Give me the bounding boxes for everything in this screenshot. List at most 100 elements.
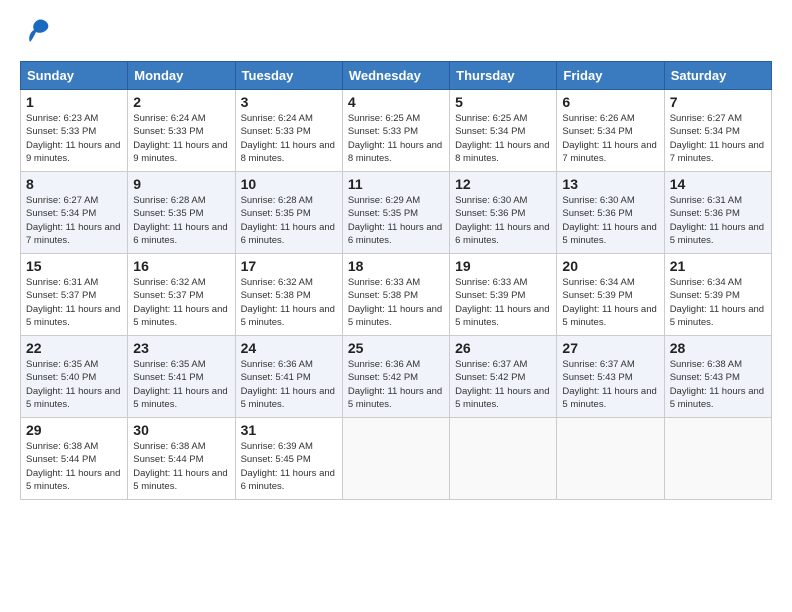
day-number: 28	[670, 340, 766, 356]
day-number: 20	[562, 258, 658, 274]
day-number: 25	[348, 340, 444, 356]
calendar-cell: 21 Sunrise: 6:34 AMSunset: 5:39 PMDaylig…	[664, 254, 771, 336]
calendar-cell: 30 Sunrise: 6:38 AMSunset: 5:44 PMDaylig…	[128, 418, 235, 500]
day-info: Sunrise: 6:38 AMSunset: 5:44 PMDaylight:…	[133, 441, 227, 492]
calendar-cell: 1 Sunrise: 6:23 AMSunset: 5:33 PMDayligh…	[21, 90, 128, 172]
day-number: 6	[562, 94, 658, 110]
calendar-cell: 24 Sunrise: 6:36 AMSunset: 5:41 PMDaylig…	[235, 336, 342, 418]
weekday-header-friday: Friday	[557, 62, 664, 90]
day-info: Sunrise: 6:24 AMSunset: 5:33 PMDaylight:…	[133, 113, 227, 164]
week-row-3: 15 Sunrise: 6:31 AMSunset: 5:37 PMDaylig…	[21, 254, 772, 336]
day-number: 13	[562, 176, 658, 192]
day-info: Sunrise: 6:38 AMSunset: 5:44 PMDaylight:…	[26, 441, 120, 492]
day-info: Sunrise: 6:36 AMSunset: 5:42 PMDaylight:…	[348, 359, 442, 410]
day-info: Sunrise: 6:26 AMSunset: 5:34 PMDaylight:…	[562, 113, 656, 164]
day-info: Sunrise: 6:35 AMSunset: 5:40 PMDaylight:…	[26, 359, 120, 410]
day-info: Sunrise: 6:25 AMSunset: 5:34 PMDaylight:…	[455, 113, 549, 164]
calendar-cell: 17 Sunrise: 6:32 AMSunset: 5:38 PMDaylig…	[235, 254, 342, 336]
day-number: 22	[26, 340, 122, 356]
calendar-cell: 8 Sunrise: 6:27 AMSunset: 5:34 PMDayligh…	[21, 172, 128, 254]
day-number: 23	[133, 340, 229, 356]
day-info: Sunrise: 6:37 AMSunset: 5:43 PMDaylight:…	[562, 359, 656, 410]
day-number: 7	[670, 94, 766, 110]
day-number: 1	[26, 94, 122, 110]
calendar-cell: 11 Sunrise: 6:29 AMSunset: 5:35 PMDaylig…	[342, 172, 449, 254]
weekday-header-tuesday: Tuesday	[235, 62, 342, 90]
calendar-cell: 12 Sunrise: 6:30 AMSunset: 5:36 PMDaylig…	[450, 172, 557, 254]
calendar-cell: 7 Sunrise: 6:27 AMSunset: 5:34 PMDayligh…	[664, 90, 771, 172]
weekday-header-saturday: Saturday	[664, 62, 771, 90]
calendar-cell: 18 Sunrise: 6:33 AMSunset: 5:38 PMDaylig…	[342, 254, 449, 336]
calendar-cell: 6 Sunrise: 6:26 AMSunset: 5:34 PMDayligh…	[557, 90, 664, 172]
day-number: 11	[348, 176, 444, 192]
calendar-cell	[342, 418, 449, 500]
weekday-header-thursday: Thursday	[450, 62, 557, 90]
day-number: 30	[133, 422, 229, 438]
calendar-cell: 5 Sunrise: 6:25 AMSunset: 5:34 PMDayligh…	[450, 90, 557, 172]
calendar-cell: 22 Sunrise: 6:35 AMSunset: 5:40 PMDaylig…	[21, 336, 128, 418]
calendar-cell: 13 Sunrise: 6:30 AMSunset: 5:36 PMDaylig…	[557, 172, 664, 254]
calendar-cell	[450, 418, 557, 500]
day-number: 3	[241, 94, 337, 110]
day-number: 17	[241, 258, 337, 274]
calendar-cell: 10 Sunrise: 6:28 AMSunset: 5:35 PMDaylig…	[235, 172, 342, 254]
calendar-cell: 15 Sunrise: 6:31 AMSunset: 5:37 PMDaylig…	[21, 254, 128, 336]
weekday-header-monday: Monday	[128, 62, 235, 90]
calendar-cell: 31 Sunrise: 6:39 AMSunset: 5:45 PMDaylig…	[235, 418, 342, 500]
calendar-cell: 20 Sunrise: 6:34 AMSunset: 5:39 PMDaylig…	[557, 254, 664, 336]
day-info: Sunrise: 6:29 AMSunset: 5:35 PMDaylight:…	[348, 195, 442, 246]
day-info: Sunrise: 6:30 AMSunset: 5:36 PMDaylight:…	[455, 195, 549, 246]
weekday-header-sunday: Sunday	[21, 62, 128, 90]
day-info: Sunrise: 6:34 AMSunset: 5:39 PMDaylight:…	[670, 277, 764, 328]
day-number: 10	[241, 176, 337, 192]
day-number: 4	[348, 94, 444, 110]
day-info: Sunrise: 6:31 AMSunset: 5:37 PMDaylight:…	[26, 277, 120, 328]
day-info: Sunrise: 6:38 AMSunset: 5:43 PMDaylight:…	[670, 359, 764, 410]
calendar-cell: 23 Sunrise: 6:35 AMSunset: 5:41 PMDaylig…	[128, 336, 235, 418]
header	[20, 16, 772, 49]
day-info: Sunrise: 6:25 AMSunset: 5:33 PMDaylight:…	[348, 113, 442, 164]
calendar-cell	[557, 418, 664, 500]
calendar-cell: 28 Sunrise: 6:38 AMSunset: 5:43 PMDaylig…	[664, 336, 771, 418]
calendar-cell: 25 Sunrise: 6:36 AMSunset: 5:42 PMDaylig…	[342, 336, 449, 418]
page-container: SundayMondayTuesdayWednesdayThursdayFrid…	[0, 0, 792, 510]
day-number: 24	[241, 340, 337, 356]
day-info: Sunrise: 6:31 AMSunset: 5:36 PMDaylight:…	[670, 195, 764, 246]
day-info: Sunrise: 6:39 AMSunset: 5:45 PMDaylight:…	[241, 441, 335, 492]
week-row-2: 8 Sunrise: 6:27 AMSunset: 5:34 PMDayligh…	[21, 172, 772, 254]
week-row-4: 22 Sunrise: 6:35 AMSunset: 5:40 PMDaylig…	[21, 336, 772, 418]
calendar-cell	[664, 418, 771, 500]
day-info: Sunrise: 6:30 AMSunset: 5:36 PMDaylight:…	[562, 195, 656, 246]
day-info: Sunrise: 6:35 AMSunset: 5:41 PMDaylight:…	[133, 359, 227, 410]
day-info: Sunrise: 6:28 AMSunset: 5:35 PMDaylight:…	[241, 195, 335, 246]
day-info: Sunrise: 6:34 AMSunset: 5:39 PMDaylight:…	[562, 277, 656, 328]
week-row-1: 1 Sunrise: 6:23 AMSunset: 5:33 PMDayligh…	[21, 90, 772, 172]
day-info: Sunrise: 6:33 AMSunset: 5:39 PMDaylight:…	[455, 277, 549, 328]
calendar-cell: 29 Sunrise: 6:38 AMSunset: 5:44 PMDaylig…	[21, 418, 128, 500]
calendar-cell: 16 Sunrise: 6:32 AMSunset: 5:37 PMDaylig…	[128, 254, 235, 336]
day-number: 19	[455, 258, 551, 274]
day-number: 21	[670, 258, 766, 274]
day-info: Sunrise: 6:37 AMSunset: 5:42 PMDaylight:…	[455, 359, 549, 410]
calendar-cell: 27 Sunrise: 6:37 AMSunset: 5:43 PMDaylig…	[557, 336, 664, 418]
day-info: Sunrise: 6:28 AMSunset: 5:35 PMDaylight:…	[133, 195, 227, 246]
day-number: 27	[562, 340, 658, 356]
calendar-cell: 9 Sunrise: 6:28 AMSunset: 5:35 PMDayligh…	[128, 172, 235, 254]
day-info: Sunrise: 6:24 AMSunset: 5:33 PMDaylight:…	[241, 113, 335, 164]
day-number: 16	[133, 258, 229, 274]
day-info: Sunrise: 6:32 AMSunset: 5:37 PMDaylight:…	[133, 277, 227, 328]
day-number: 9	[133, 176, 229, 192]
weekday-header-row: SundayMondayTuesdayWednesdayThursdayFrid…	[21, 62, 772, 90]
day-number: 8	[26, 176, 122, 192]
calendar-cell: 2 Sunrise: 6:24 AMSunset: 5:33 PMDayligh…	[128, 90, 235, 172]
weekday-header-wednesday: Wednesday	[342, 62, 449, 90]
day-info: Sunrise: 6:27 AMSunset: 5:34 PMDaylight:…	[670, 113, 764, 164]
day-number: 18	[348, 258, 444, 274]
day-number: 5	[455, 94, 551, 110]
calendar-cell: 3 Sunrise: 6:24 AMSunset: 5:33 PMDayligh…	[235, 90, 342, 172]
calendar-cell: 26 Sunrise: 6:37 AMSunset: 5:42 PMDaylig…	[450, 336, 557, 418]
day-number: 29	[26, 422, 122, 438]
day-number: 26	[455, 340, 551, 356]
day-info: Sunrise: 6:27 AMSunset: 5:34 PMDaylight:…	[26, 195, 120, 246]
calendar-cell: 4 Sunrise: 6:25 AMSunset: 5:33 PMDayligh…	[342, 90, 449, 172]
